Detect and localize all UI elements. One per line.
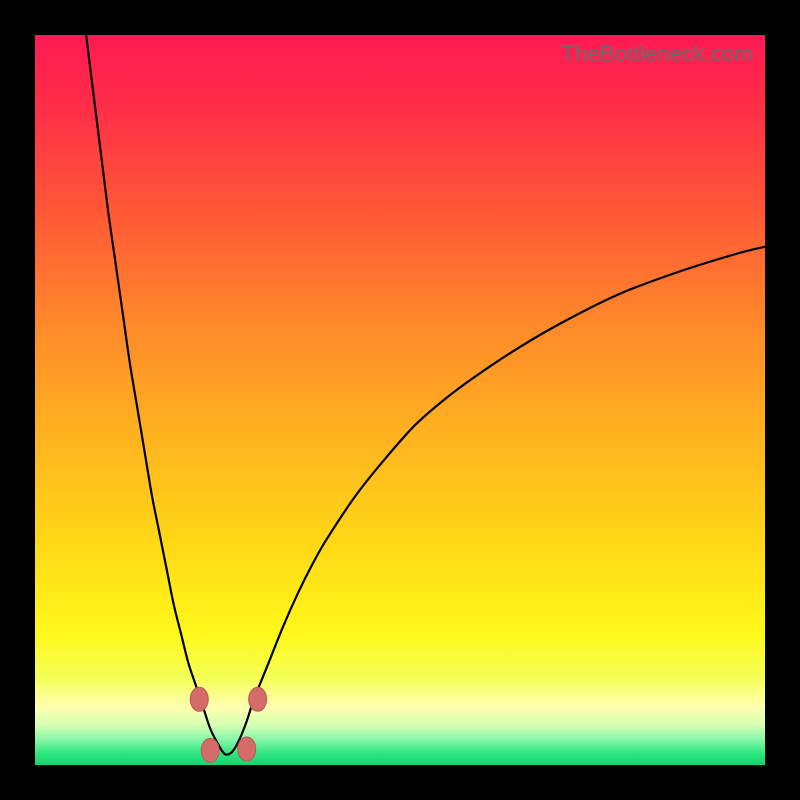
- curve-marker: [201, 738, 219, 762]
- outer-frame: TheBottleneck.com: [0, 0, 800, 800]
- curve-marker: [238, 737, 256, 761]
- watermark-text: TheBottleneck.com: [561, 41, 753, 67]
- curve-marker: [190, 687, 208, 711]
- plot-area: TheBottleneck.com: [35, 35, 765, 765]
- curve-marker: [249, 687, 267, 711]
- curve-markers: [190, 687, 266, 762]
- chart-svg: [35, 35, 765, 765]
- bottleneck-curve: [86, 35, 765, 755]
